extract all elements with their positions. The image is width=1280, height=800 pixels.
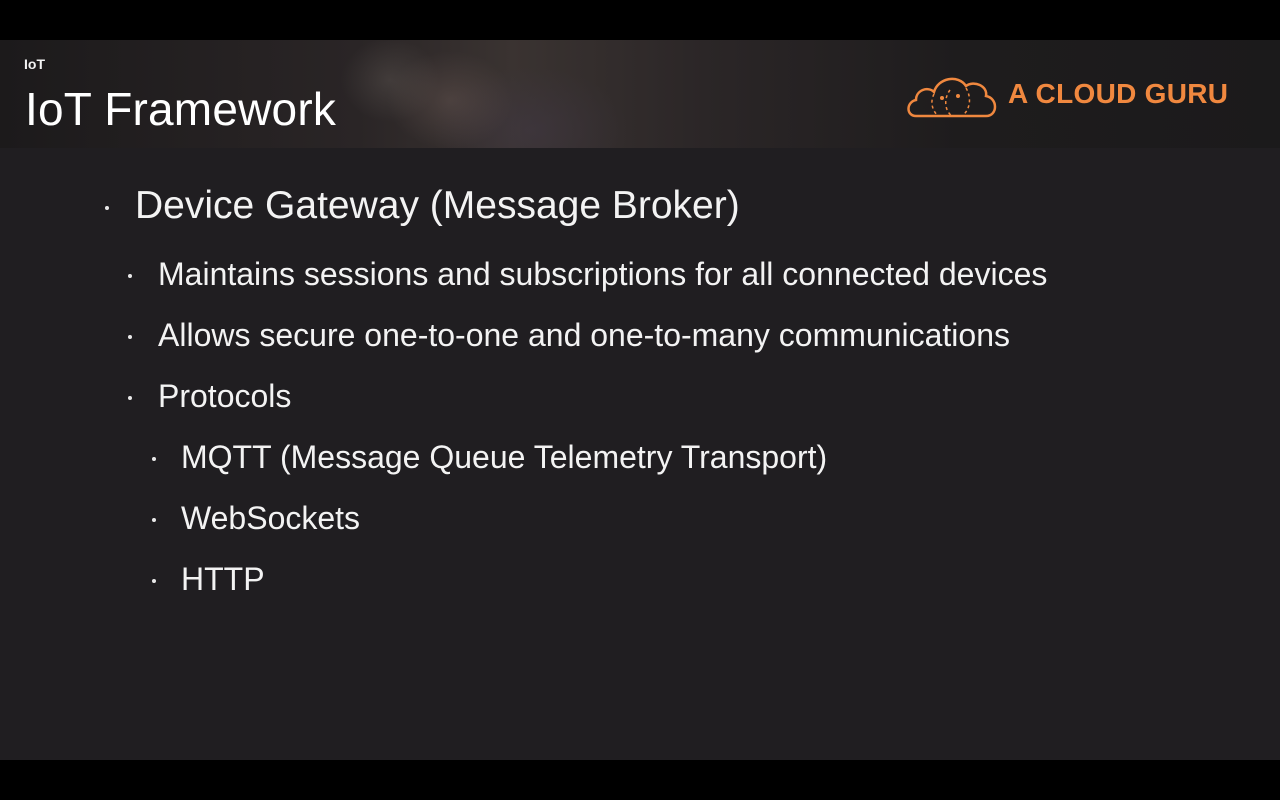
bullet-dot	[128, 274, 132, 278]
bullet-dot	[105, 206, 109, 210]
sub-bullet-item: MQTT (Message Queue Telemetry Transport)	[152, 439, 828, 476]
letterbox-top	[0, 0, 1280, 40]
cloud-logo-icon	[907, 77, 997, 118]
letterbox-bottom	[0, 760, 1280, 800]
bullet-item-text: Protocols	[158, 378, 292, 414]
bullet-dot	[152, 457, 156, 461]
bullet-heading-text: Device Gateway (Message Broker)	[135, 184, 740, 227]
bullet-dot	[152, 518, 156, 522]
sub-bullet-item-text: MQTT (Message Queue Telemetry Transport)	[181, 439, 828, 475]
brand-logo-text: A CLOUD GURU	[1008, 78, 1229, 109]
bullet-item: Allows secure one-to-one and one-to-many…	[128, 317, 1010, 354]
slide: IoT IoT Framework A CLOUD GURU Device Ga…	[0, 40, 1280, 760]
bullet-item-text: Maintains sessions and subscriptions for…	[158, 256, 1048, 292]
presenter-video-background	[300, 40, 720, 148]
sub-bullet-item-text: WebSockets	[181, 500, 361, 536]
bullet-dot	[128, 396, 132, 400]
bullet-item: Maintains sessions and subscriptions for…	[128, 256, 1048, 293]
breadcrumb: IoT	[24, 56, 45, 72]
sub-bullet-item: HTTP	[152, 561, 265, 598]
bullet-heading: Device Gateway (Message Broker)	[105, 184, 740, 228]
sub-bullet-item-text: HTTP	[181, 561, 265, 597]
bullet-item-text: Allows secure one-to-one and one-to-many…	[158, 317, 1010, 353]
bullet-dot	[152, 579, 156, 583]
header-band: IoT IoT Framework A CLOUD GURU	[0, 40, 1280, 148]
sub-bullet-item: WebSockets	[152, 500, 361, 537]
page-title: IoT Framework	[25, 83, 337, 135]
brand-logo: A CLOUD GURU	[904, 66, 1244, 122]
bullet-dot	[128, 335, 132, 339]
bullet-item: Protocols	[128, 378, 292, 415]
